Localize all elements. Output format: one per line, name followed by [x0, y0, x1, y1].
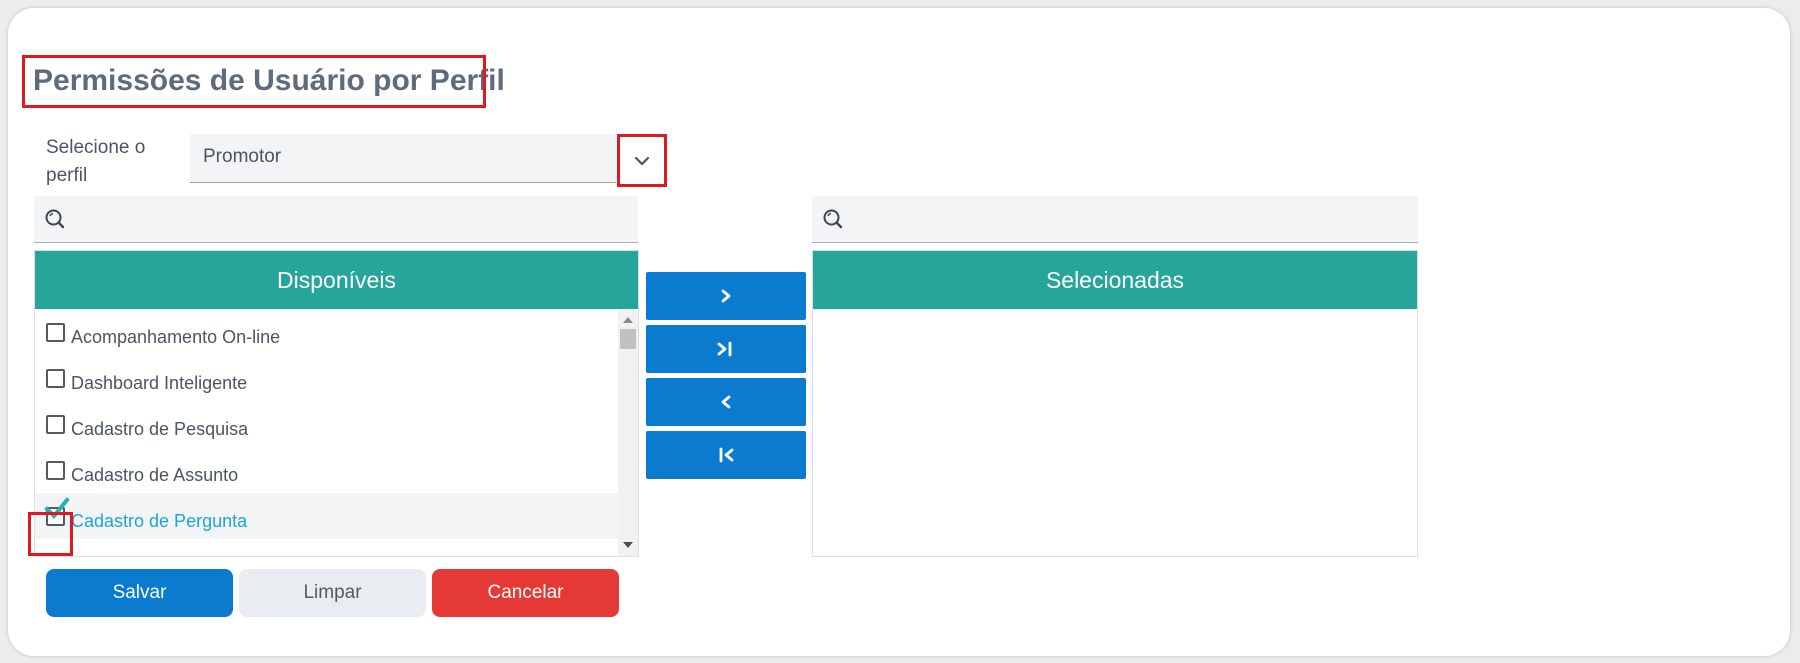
checkbox[interactable]	[46, 461, 65, 480]
available-search-input[interactable]	[78, 196, 628, 242]
clear-button[interactable]: Limpar	[239, 569, 426, 617]
list-item[interactable]: Dashboard Inteligente	[35, 355, 618, 401]
available-search	[34, 196, 638, 243]
selected-search-input[interactable]	[856, 196, 1408, 242]
list-item-label: Cadastro de Pergunta	[71, 511, 248, 531]
checkbox[interactable]	[46, 369, 65, 388]
move-all-left-button[interactable]	[646, 431, 806, 479]
dropdown-highlight-box	[617, 134, 667, 187]
selected-list[interactable]	[813, 309, 1396, 556]
move-right-button[interactable]	[646, 272, 806, 320]
search-icon	[823, 209, 843, 229]
profile-selected-value: Promotor	[203, 146, 282, 167]
list-item-label: Cadastro de Pesquisa	[71, 419, 249, 439]
selected-search	[812, 196, 1418, 243]
selected-header: Selecionadas	[813, 251, 1417, 309]
available-panel: Disponíveis Acompanhamento On-line Dashb…	[34, 250, 639, 557]
list-item-label: Cadastro de Assunto	[71, 465, 239, 485]
move-left-button[interactable]	[646, 378, 806, 426]
available-list[interactable]: Acompanhamento On-line Dashboard Intelig…	[35, 309, 618, 556]
move-all-right-button[interactable]	[646, 325, 806, 373]
scroll-up-icon[interactable]	[623, 317, 633, 323]
save-button[interactable]: Salvar	[46, 569, 233, 617]
profile-label: Selecione o perfil	[46, 137, 146, 186]
selected-panel: Selecionadas	[812, 250, 1418, 557]
list-item[interactable]: Cadastro de Assunto	[35, 447, 618, 493]
move-left-icon	[721, 395, 731, 409]
list-item-selected[interactable]: Cadastro de Pergunta	[35, 493, 618, 539]
list-item[interactable]: Acompanhamento On-line	[35, 309, 618, 355]
scroll-thumb[interactable]	[620, 329, 636, 349]
move-right-icon	[721, 289, 731, 303]
move-all-right-icon	[717, 341, 732, 357]
list-item-label: Dashboard Inteligente	[71, 373, 248, 393]
checkbox[interactable]	[46, 415, 65, 434]
scroll-down-icon[interactable]	[623, 542, 633, 548]
available-header: Disponíveis	[35, 251, 638, 309]
list-item-label: Acompanhamento On-line	[71, 327, 281, 347]
list-item[interactable]: Cadastro de Pesquisa	[35, 401, 618, 447]
title-highlight-box	[22, 55, 486, 108]
list-scrollbar[interactable]	[618, 309, 638, 556]
checkbox-highlight-box	[28, 512, 73, 556]
profile-select[interactable]: Promotor	[190, 134, 616, 183]
search-icon	[45, 209, 65, 229]
cancel-button[interactable]: Cancelar	[432, 569, 619, 617]
checkbox[interactable]	[46, 323, 65, 342]
move-all-left-icon	[719, 447, 734, 463]
